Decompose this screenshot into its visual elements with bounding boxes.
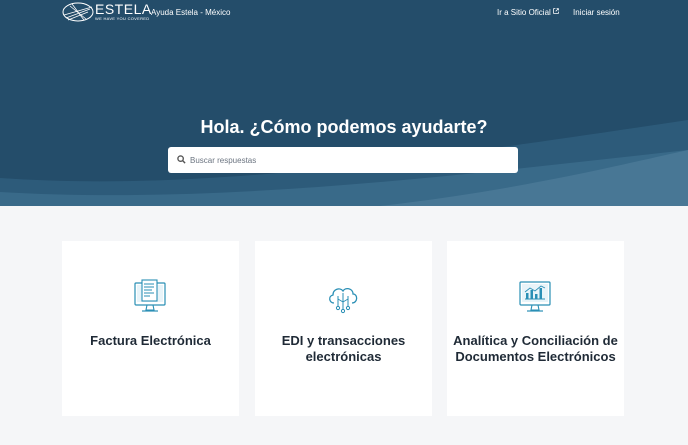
external-link-icon <box>553 8 559 14</box>
invoice-computer-icon <box>134 279 166 312</box>
search-box <box>168 147 518 173</box>
estela-logo[interactable]: ESTELA WE HAVE YOU COVERED <box>62 1 151 23</box>
category-title: EDI y transacciones electrónicas <box>281 333 406 364</box>
category-card-edi[interactable]: EDI y transacciones electrónicas <box>255 241 432 416</box>
official-site-label: Ir a Sitio Oficial <box>497 8 551 17</box>
category-title: Factura Electrónica <box>90 333 211 348</box>
signin-link[interactable]: Iniciar sesión <box>573 8 620 17</box>
category-card-factura[interactable]: Factura Electrónica <box>62 241 239 416</box>
logo-text: ESTELA <box>95 1 152 17</box>
hero-wave-decoration <box>0 120 688 206</box>
search-input[interactable] <box>190 147 512 173</box>
top-header: ESTELA WE HAVE YOU COVERED Ayuda Estela … <box>0 0 688 26</box>
analytics-monitor-icon <box>519 281 551 312</box>
logo-tagline: WE HAVE YOU COVERED <box>95 16 150 21</box>
hero-banner: ESTELA WE HAVE YOU COVERED Ayuda Estela … <box>0 0 688 206</box>
site-name: Ayuda Estela - México <box>151 8 231 17</box>
cloud-network-icon <box>329 287 358 314</box>
search-icon <box>177 155 186 164</box>
official-site-link[interactable]: Ir a Sitio Oficial <box>497 8 559 17</box>
hero-title: Hola. ¿Cómo podemos ayudarte? <box>200 117 488 137</box>
category-title: Analítica y Conciliación de Documentos E… <box>453 333 618 364</box>
logo-globe-icon <box>62 2 94 22</box>
category-card-analitica[interactable]: Analítica y Conciliación de Documentos E… <box>447 241 624 416</box>
